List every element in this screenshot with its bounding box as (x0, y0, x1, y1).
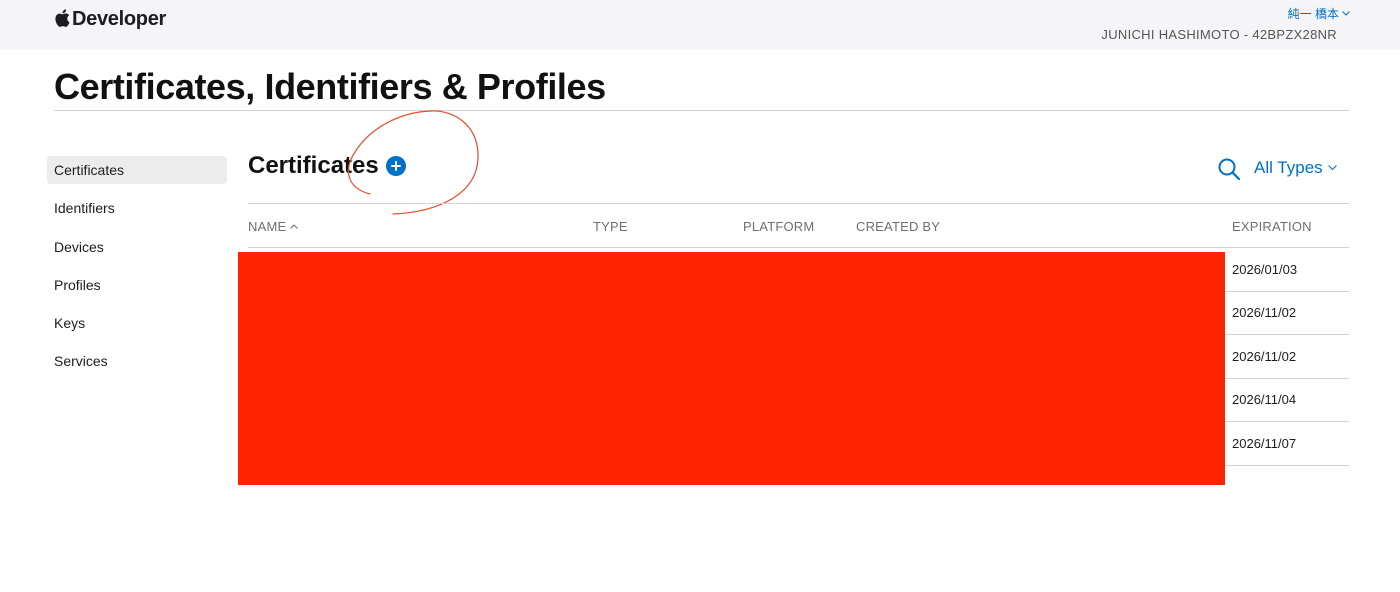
expiration-cell: 2026/11/02 (1232, 305, 1297, 320)
page-title: Certificates, Identifiers & Profiles (54, 66, 606, 107)
column-header-platform[interactable]: PLATFORM (743, 219, 814, 234)
brand-text: Developer (72, 8, 167, 30)
type-filter-label: All Types (1254, 158, 1323, 177)
chevron-down-icon (1342, 11, 1350, 16)
type-filter-dropdown[interactable]: All Types (1254, 158, 1337, 178)
user-menu[interactable]: 純一 橋本 (1288, 5, 1350, 22)
expiration-cell: 2026/11/04 (1232, 392, 1297, 407)
column-header-expiration[interactable]: EXPIRATION (1232, 219, 1312, 234)
sidebar-item-profiles[interactable]: Profiles (47, 271, 227, 299)
expiration-cell: 2026/01/03 (1232, 262, 1298, 277)
chevron-down-icon (1327, 165, 1337, 171)
team-label: JUNICHI HASHIMOTO - 42BPZX28NR (1101, 27, 1337, 42)
sidebar-item-devices[interactable]: Devices (47, 233, 227, 261)
sidebar: Certificates Identifiers Devices Profile… (47, 156, 227, 386)
column-header-name-label: NAME (248, 219, 287, 234)
sort-ascending-icon (290, 224, 299, 229)
column-header-created-by[interactable]: CREATED BY (856, 219, 940, 234)
apple-logo-icon (55, 9, 70, 27)
expiration-cell: 2026/11/02 (1232, 349, 1297, 364)
section-header: Certificates (248, 152, 406, 180)
user-name-label: 純一 橋本 (1287, 7, 1339, 21)
sidebar-item-identifiers[interactable]: Identifiers (47, 194, 227, 222)
sidebar-item-keys[interactable]: Keys (47, 309, 227, 337)
add-certificate-button[interactable] (385, 156, 406, 176)
plus-circle-icon (390, 161, 401, 171)
column-header-name[interactable]: NAME (248, 219, 299, 234)
sidebar-item-certificates[interactable]: Certificates (47, 156, 227, 184)
developer-logo[interactable]: Developer (55, 8, 166, 31)
search-icon[interactable] (1217, 157, 1241, 181)
expiration-cell: 2026/11/07 (1232, 436, 1297, 451)
section-title: Certificates (248, 152, 379, 179)
table-top-divider (248, 203, 1349, 204)
column-header-type[interactable]: TYPE (593, 219, 628, 234)
title-divider (54, 110, 1349, 111)
sidebar-item-services[interactable]: Services (47, 347, 227, 375)
top-bar: Developer 純一 橋本 JUNICHI HASHIMOTO - 42BP… (0, 0, 1400, 50)
redaction-block (238, 252, 1225, 485)
